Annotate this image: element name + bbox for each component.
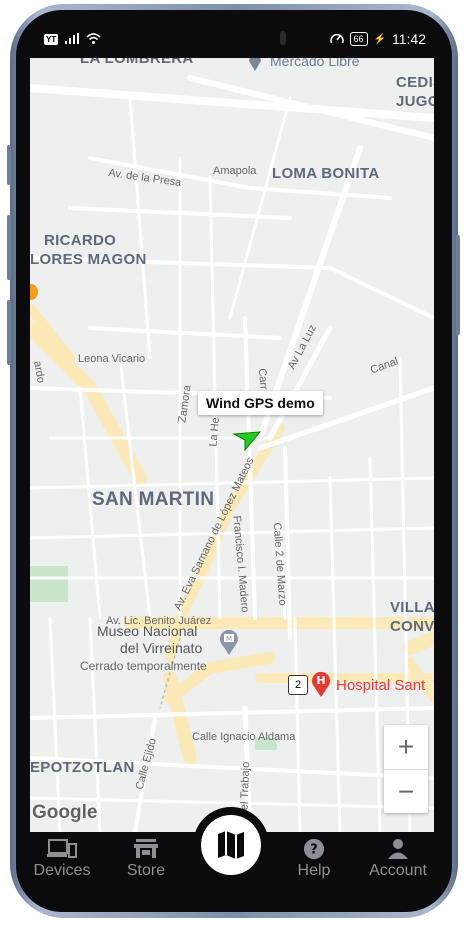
poi-label[interactable]: Museo Nacional	[97, 623, 197, 639]
signal-icon	[65, 32, 80, 47]
area-label: LORES MAGON	[30, 251, 147, 268]
side-button	[7, 145, 11, 185]
poi-label[interactable]: Hospital Sant	[336, 678, 425, 694]
nav-devices-label: Devices	[33, 862, 91, 879]
youtube-icon: YT	[44, 34, 59, 45]
area-label: RICARDO	[44, 232, 117, 249]
battery-indicator: 66	[349, 32, 368, 46]
svg-text:H: H	[316, 674, 325, 687]
help-icon: ?	[303, 838, 325, 860]
street-label: Carr	[255, 367, 270, 391]
area-label: LA LOMBRERA	[80, 58, 194, 67]
hospital-pin-icon[interactable]: H	[310, 670, 332, 703]
street-label: Amapola	[213, 165, 257, 177]
side-button	[7, 300, 11, 365]
poi-label[interactable]: del Virreinato	[120, 640, 202, 656]
side-button	[7, 215, 11, 280]
device-arrow-icon[interactable]	[232, 428, 262, 457]
area-label: CEDIS	[396, 74, 434, 91]
nav-devices[interactable]: Devices	[22, 838, 102, 880]
zoom-in-button[interactable]: +	[384, 725, 428, 769]
route-shield-icon: 2	[288, 675, 308, 695]
nav-help[interactable]: ? Help	[274, 838, 354, 880]
map-tab-circle	[201, 815, 261, 875]
clock: 11:42	[392, 31, 426, 47]
route-number: 2	[294, 679, 302, 691]
area-label: CONV	[390, 618, 434, 635]
museum-icon[interactable]: M	[218, 628, 240, 661]
poi-label[interactable]: Mercado Libre	[270, 58, 360, 69]
zoom-controls: + −	[384, 725, 428, 813]
area-label: JUGO	[396, 93, 434, 110]
nav-account[interactable]: Account	[358, 838, 438, 880]
map-icon	[218, 831, 244, 859]
charging-icon: ⚡	[373, 33, 386, 45]
poi-status: Cerrado temporalmente	[80, 659, 207, 673]
status-bar: YT 66 ⚡ 11:42	[36, 28, 430, 52]
side-button	[456, 235, 460, 335]
area-label: VILLA	[390, 599, 434, 616]
speed-icon	[329, 32, 344, 47]
nav-store[interactable]: Store	[106, 838, 186, 880]
devices-icon	[47, 839, 77, 858]
device-marker-label[interactable]: Wind GPS demo	[198, 391, 323, 415]
store-icon	[134, 839, 158, 858]
area-label: LOMA BONITA	[272, 165, 380, 182]
nav-help-label: Help	[297, 862, 331, 879]
street-label: La He	[207, 416, 222, 448]
area-label: EPOTZOTLAN	[30, 759, 135, 776]
map-tab-button[interactable]	[193, 807, 269, 883]
area-label: SAN MARTIN	[92, 489, 215, 510]
nav-store-label: Store	[126, 862, 166, 879]
street-label: Leona Vicario	[78, 353, 146, 365]
wifi-icon	[86, 32, 101, 47]
google-logo[interactable]: Google	[32, 802, 97, 824]
svg-text:?: ?	[310, 843, 317, 858]
account-icon	[388, 839, 408, 859]
mercado-libre-pin-icon[interactable]	[247, 58, 263, 77]
nav-account-label: Account	[369, 862, 427, 879]
street-label: Calle Ignacio Aldama	[192, 731, 296, 743]
svg-text:M: M	[226, 635, 232, 643]
zoom-out-button[interactable]: −	[384, 770, 428, 814]
